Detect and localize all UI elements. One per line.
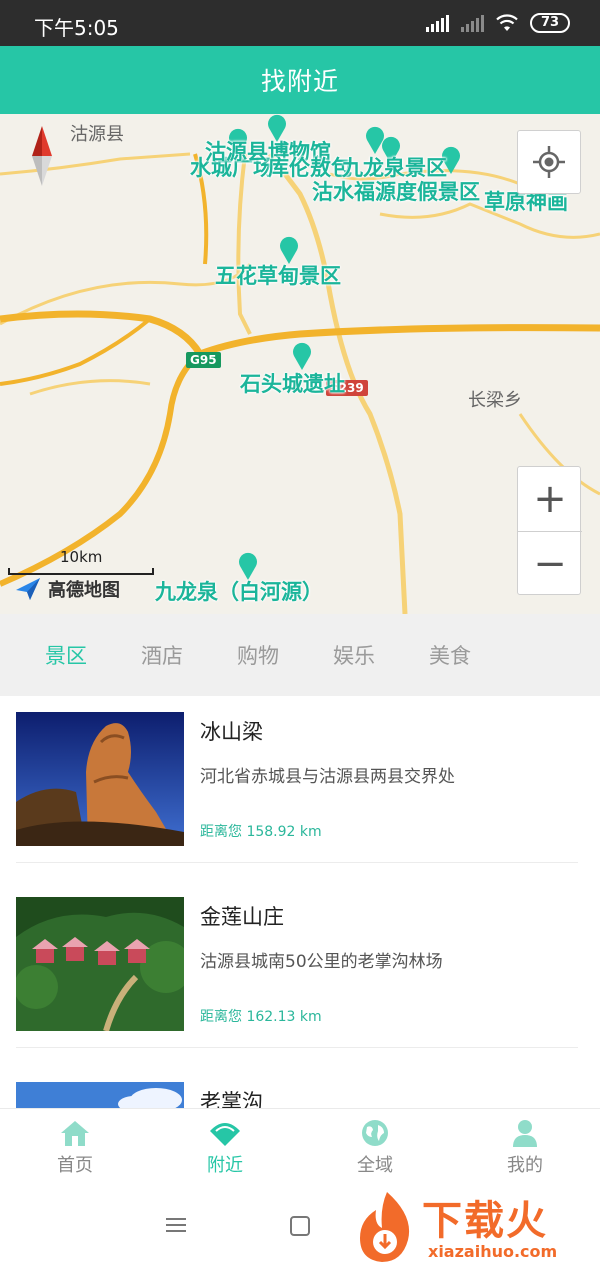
nav-home[interactable]: 首页 xyxy=(0,1109,150,1188)
tab-scenic[interactable]: 景区 xyxy=(18,640,114,670)
tab-entertainment[interactable]: 娱乐 xyxy=(306,640,402,670)
app-screen: 下午5:05 73 找附近 沽源县 长梁乡 G95 S239 水城广场 沽源县博… xyxy=(0,0,600,1267)
signal-icon xyxy=(426,14,449,32)
globe-icon xyxy=(362,1120,388,1146)
place-address: 沽源县城南50公里的老掌沟林场 xyxy=(200,952,443,972)
place-address: 河北省赤城县与沽源县两县交界处 xyxy=(200,767,455,787)
flame-logo-icon xyxy=(360,1192,410,1262)
zoom-control: + − xyxy=(517,466,582,595)
zoom-in-button[interactable]: + xyxy=(518,467,582,531)
nav-global-label: 全域 xyxy=(357,1155,393,1176)
scale-label: 10km xyxy=(60,548,103,566)
nav-mine[interactable]: 我的 xyxy=(450,1109,600,1188)
signal-secondary-icon xyxy=(461,14,484,32)
nav-mine-label: 我的 xyxy=(507,1155,543,1176)
place-thumbnail xyxy=(16,712,184,846)
map-scale: 10km xyxy=(8,548,154,578)
amap-logo: 高德地图 xyxy=(14,576,120,602)
nav-nearby-label: 附近 xyxy=(207,1155,243,1176)
locate-icon xyxy=(533,146,565,178)
map-pin-icon[interactable] xyxy=(291,342,313,370)
user-icon xyxy=(513,1120,537,1147)
nav-nearby[interactable]: 附近 xyxy=(150,1109,300,1188)
home-button[interactable] xyxy=(290,1216,310,1236)
list-item[interactable]: 金莲山庄 沽源县城南50公里的老掌沟林场 距离您 162.13 km xyxy=(0,881,600,1066)
page-title: 找附近 xyxy=(260,67,339,96)
road-shield: G95 xyxy=(186,352,221,368)
place-name: 老掌沟 xyxy=(200,1090,263,1108)
nearby-icon xyxy=(210,1123,240,1146)
place-thumbnail xyxy=(16,1082,184,1108)
status-time: 下午5:05 xyxy=(34,16,119,40)
nav-home-label: 首页 xyxy=(57,1155,93,1176)
tab-hotel[interactable]: 酒店 xyxy=(114,640,210,670)
place-distance: 距离您 162.13 km xyxy=(200,1009,322,1025)
place-distance: 距离您 158.92 km xyxy=(200,824,322,840)
place-list: 冰山梁 河北省赤城县与沽源县两县交界处 距离您 158.92 km 金莲山庄 沽… xyxy=(0,696,600,1108)
list-item[interactable]: 老掌沟 xyxy=(0,1066,600,1108)
compass-icon xyxy=(32,126,52,186)
bottom-nav: 首页 附近 全域 我的 xyxy=(0,1108,600,1188)
menu-icon[interactable] xyxy=(166,1218,186,1232)
poi-label[interactable]: 石头城遗址 xyxy=(240,368,345,398)
place-name: 冰山梁 xyxy=(200,720,263,744)
watermark-text: 下载火 xyxy=(422,1198,548,1244)
system-nav-bar: 下载火 xiazaihuo.com xyxy=(0,1188,600,1267)
status-icons: 73 xyxy=(426,12,570,34)
place-thumbnail xyxy=(16,897,184,1031)
app-header: 找附近 xyxy=(0,46,600,114)
battery-icon: 73 xyxy=(530,13,570,33)
poi-label[interactable]: 五花草甸景区 xyxy=(215,260,341,290)
tab-shopping[interactable]: 购物 xyxy=(210,640,306,670)
watermark-url: xiazaihuo.com xyxy=(428,1242,558,1261)
tab-food[interactable]: 美食 xyxy=(402,640,498,670)
wifi-icon xyxy=(496,14,518,31)
list-item[interactable]: 冰山梁 河北省赤城县与沽源县两县交界处 距离您 158.92 km xyxy=(0,696,600,881)
locate-button[interactable] xyxy=(517,130,581,194)
amap-logo-text: 高德地图 xyxy=(48,580,120,601)
nav-global[interactable]: 全域 xyxy=(300,1109,450,1188)
home-icon xyxy=(61,1121,89,1146)
status-bar: 下午5:05 73 xyxy=(0,0,600,46)
amap-logo-icon xyxy=(16,578,40,600)
poi-label[interactable]: 沽水福源度假景区 xyxy=(312,176,480,206)
scale-bar xyxy=(8,568,154,575)
map-view[interactable]: 沽源县 长梁乡 G95 S239 水城广场 沽源县博物馆 库伦敖包 九龙泉景区 … xyxy=(0,114,600,614)
zoom-out-button[interactable]: − xyxy=(518,531,582,595)
poi-label[interactable]: 九龙泉（白河源） xyxy=(155,576,323,606)
place-name: 金莲山庄 xyxy=(200,905,284,929)
category-tabs: 景区 酒店 购物 娱乐 美食 xyxy=(0,614,600,696)
town-label: 沽源县 xyxy=(70,124,124,145)
watermark: 下载火 xiazaihuo.com xyxy=(352,1188,600,1267)
divider xyxy=(16,862,578,863)
town-label: 长梁乡 xyxy=(468,390,522,411)
divider xyxy=(16,1047,578,1048)
